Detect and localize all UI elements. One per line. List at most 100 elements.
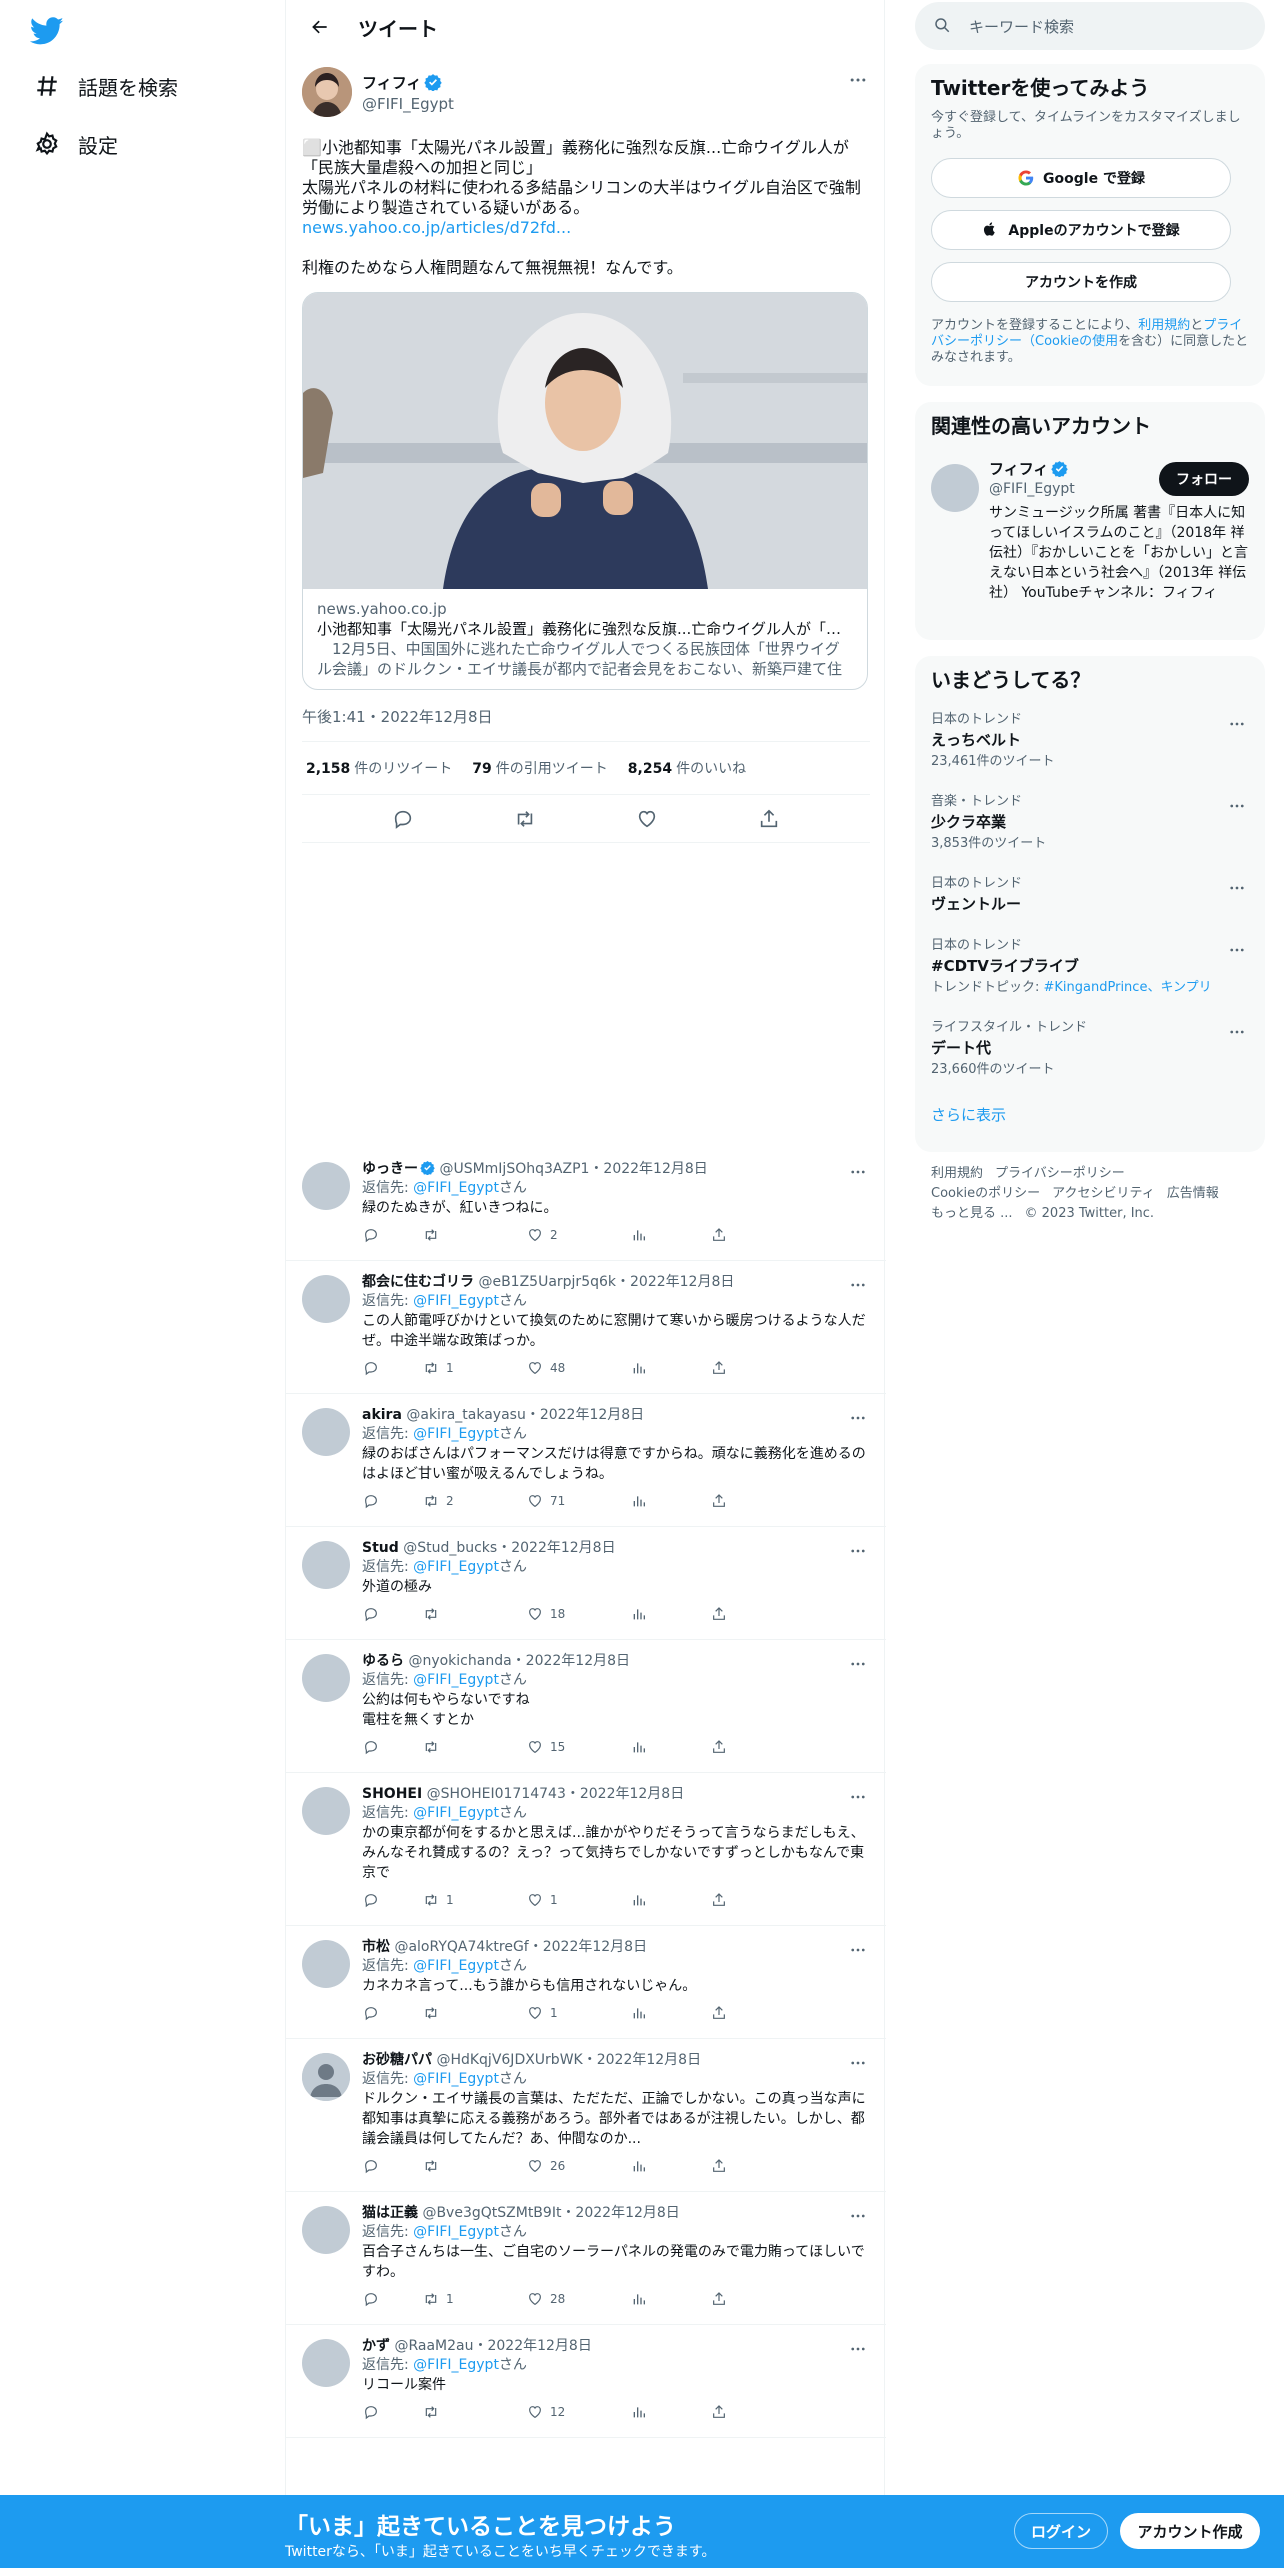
reply-date[interactable]: ・2022年12月8日 <box>589 1161 707 1177</box>
reply-button[interactable] <box>362 1359 422 1377</box>
share-button[interactable] <box>710 2290 770 2308</box>
reply-author-name[interactable]: ゆっきー <box>362 1161 418 1177</box>
reply-author-handle[interactable]: @Bve3gQtSZMtB9It <box>422 2205 561 2221</box>
reply-date[interactable]: ・2022年12月8日 <box>526 1407 644 1423</box>
reply-author-name[interactable]: Stud <box>362 1540 399 1556</box>
avatar[interactable] <box>302 1408 350 1456</box>
stats-button[interactable] <box>630 2157 710 2175</box>
more-options-icon[interactable] <box>1225 1020 1249 1044</box>
like-button[interactable]: 12 <box>526 2403 630 2421</box>
reply-button[interactable] <box>362 1605 422 1623</box>
share-button[interactable] <box>710 2157 770 2175</box>
reply-button[interactable] <box>362 2403 422 2421</box>
footer-privacy[interactable]: プライバシーポリシー <box>995 1166 1125 1181</box>
more-options-icon[interactable] <box>846 68 870 92</box>
signup-button[interactable]: アカウント作成 <box>1120 2513 1260 2549</box>
like-button[interactable]: 71 <box>526 1492 630 1510</box>
more-options-icon[interactable] <box>846 1539 870 1563</box>
stats-button[interactable] <box>630 2290 710 2308</box>
like-icon[interactable] <box>633 805 661 833</box>
trend-item[interactable]: 日本のトレンド ヴェントルー <box>931 876 1249 938</box>
reply-icon[interactable] <box>389 805 417 833</box>
avatar[interactable] <box>302 1787 350 1835</box>
reply-tweet[interactable]: ゆっきー @USMmIjSOhq3AZP1・2022年12月8日 返信先: @FI… <box>286 1148 886 1261</box>
reply-button[interactable] <box>362 1891 422 1909</box>
like-button[interactable]: 15 <box>526 1738 630 1756</box>
avatar[interactable] <box>302 1275 350 1323</box>
link-card[interactable]: news.yahoo.co.jp 小池都知事「太陽光パネル設置」義務化に強烈な反… <box>302 292 868 690</box>
reply-button[interactable] <box>362 1226 422 1244</box>
follow-button[interactable]: フォロー <box>1159 462 1249 496</box>
stats-button[interactable] <box>630 2403 710 2421</box>
more-options-icon[interactable] <box>1225 876 1249 900</box>
more-options-icon[interactable] <box>846 1406 870 1430</box>
share-button[interactable] <box>710 2004 770 2022</box>
relevant-name[interactable]: フィフィ <box>989 458 1048 479</box>
trend-item[interactable]: 日本のトレンド えっちベルト 23,461件のツイート <box>931 712 1249 794</box>
avatar[interactable] <box>302 2206 350 2254</box>
avatar[interactable] <box>302 2339 350 2387</box>
reply-author-handle[interactable]: @RaaM2au <box>394 2338 473 2354</box>
reply-tweet[interactable]: ゆるら @nyokichanda・2022年12月8日 返信先: @FIFI_Eg… <box>286 1640 886 1773</box>
like-button[interactable]: 48 <box>526 1359 630 1377</box>
retweet-button[interactable]: 2 <box>422 1492 526 1510</box>
share-button[interactable] <box>710 1492 770 1510</box>
reply-tweet[interactable]: SHOHEI @SHOHEI01714743・2022年12月8日 返信先: @F… <box>286 1773 886 1926</box>
reply-date[interactable]: ・2022年12月8日 <box>473 2338 591 2354</box>
reply-author-name[interactable]: お砂糖パパ <box>362 2052 432 2068</box>
avatar[interactable] <box>931 464 979 512</box>
avatar[interactable] <box>302 67 352 117</box>
reply-tweet[interactable]: akira @akira_takayasu・2022年12月8日 返信先: @FI… <box>286 1394 886 1527</box>
reply-author-name[interactable]: 市松 <box>362 1939 390 1955</box>
avatar[interactable] <box>302 2053 350 2101</box>
retweet-icon[interactable] <box>511 805 539 833</box>
footer-more[interactable]: もっと見る ... <box>931 1206 1013 1221</box>
reply-date[interactable]: ・2022年12月8日 <box>529 1939 647 1955</box>
reply-to-handle[interactable]: @FIFI_Egypt <box>413 1805 499 1821</box>
share-button[interactable] <box>710 1891 770 1909</box>
share-button[interactable] <box>710 1226 770 1244</box>
relevant-account[interactable]: フィフィ @FIFI_Egypt サンミュージック所属 著書『日本人に知ってほし… <box>931 458 1249 603</box>
more-options-icon[interactable] <box>846 1652 870 1676</box>
reply-button[interactable] <box>362 1738 422 1756</box>
like-button[interactable]: 1 <box>526 2004 630 2022</box>
reply-to-handle[interactable]: @FIFI_Egypt <box>413 1180 499 1196</box>
more-options-icon[interactable] <box>1225 794 1249 818</box>
retweet-button[interactable] <box>422 2403 526 2421</box>
retweet-button[interactable]: 1 <box>422 1891 526 1909</box>
more-options-icon[interactable] <box>846 1785 870 1809</box>
avatar[interactable] <box>302 1940 350 1988</box>
reply-button[interactable] <box>362 2004 422 2022</box>
more-options-icon[interactable] <box>846 2337 870 2361</box>
quote-count-link[interactable]: 79 件の引用ツイート <box>472 758 607 778</box>
reply-author-handle[interactable]: @HdKqjV6JDXUrbWK <box>436 2052 582 2068</box>
reply-author-handle[interactable]: @SHOHEI01714743 <box>427 1786 566 1802</box>
author-handle[interactable]: @FIFI_Egypt <box>362 95 454 113</box>
like-button[interactable]: 28 <box>526 2290 630 2308</box>
retweet-button[interactable]: 1 <box>422 1359 526 1377</box>
reply-tweet[interactable]: お砂糖パパ @HdKqjV6JDXUrbWK・2022年12月8日 返信先: @F… <box>286 2039 886 2192</box>
tweet-link[interactable]: news.yahoo.co.jp/articles/d72fd... <box>302 218 571 237</box>
nav-explore[interactable]: 話題を検索 <box>32 66 178 106</box>
stats-button[interactable] <box>630 1605 710 1623</box>
reply-author-name[interactable]: SHOHEI <box>362 1786 422 1802</box>
trend-topics-link[interactable]: #KingandPrince、キンプリ <box>1044 980 1212 995</box>
reply-date[interactable]: ・2022年12月8日 <box>583 2052 701 2068</box>
reply-tweet[interactable]: Stud @Stud_bucks・2022年12月8日 返信先: @FIFI_Eg… <box>286 1527 886 1640</box>
tweet-timestamp[interactable]: 午後1:41・2022年12月8日 <box>302 706 870 742</box>
avatar[interactable] <box>302 1541 350 1589</box>
reply-to-handle[interactable]: @FIFI_Egypt <box>413 1672 499 1688</box>
trend-item[interactable]: 日本のトレンド #CDTVライブライブ トレンドトピック: #KingandPrin… <box>931 938 1249 1020</box>
stats-button[interactable] <box>630 1891 710 1909</box>
reply-author-name[interactable]: 都会に住むゴリラ <box>362 1274 474 1290</box>
reply-to-handle[interactable]: @FIFI_Egypt <box>413 2357 499 2373</box>
reply-to-handle[interactable]: @FIFI_Egypt <box>413 1958 499 1974</box>
more-options-icon[interactable] <box>846 2051 870 2075</box>
login-button[interactable]: ログイン <box>1014 2513 1108 2549</box>
reply-author-name[interactable]: ゆるら <box>362 1653 404 1669</box>
twitter-logo-icon[interactable] <box>29 14 64 48</box>
show-more-link[interactable]: さらに表示 <box>931 1104 1249 1125</box>
stats-button[interactable] <box>630 1492 710 1510</box>
apple-signup-button[interactable]: Appleのアカウントで登録 <box>931 210 1231 250</box>
terms-link[interactable]: 利用規約 <box>1138 318 1190 333</box>
